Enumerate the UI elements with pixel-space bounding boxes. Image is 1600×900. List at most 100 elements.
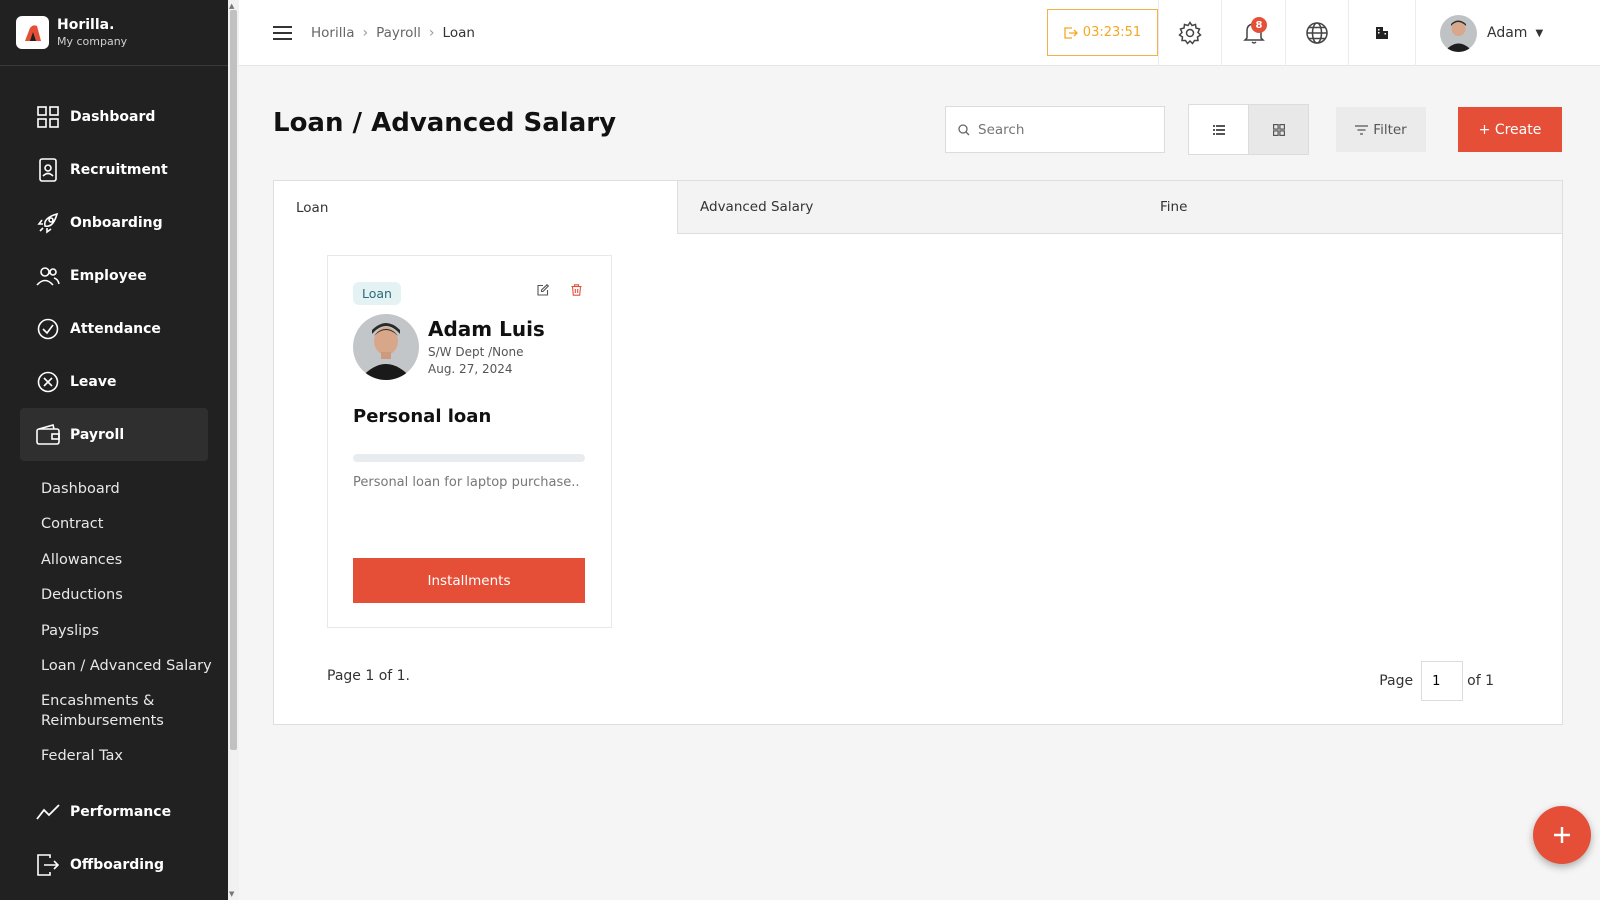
dashboard-icon: [36, 105, 60, 129]
view-toggle: [1188, 104, 1309, 155]
filter-button[interactable]: Filter: [1336, 107, 1426, 152]
sidebar-item-leave[interactable]: Leave: [0, 355, 228, 408]
sidebar-item-attendance[interactable]: Attendance: [0, 302, 228, 355]
tab-fine[interactable]: Fine: [1160, 181, 1562, 234]
notifications-button[interactable]: 8: [1221, 0, 1285, 66]
submenu-item-contract[interactable]: Contract: [41, 507, 228, 543]
loan-description: Personal loan for laptop purchase..: [353, 475, 580, 490]
installments-button[interactable]: Installments: [353, 558, 585, 603]
submenu-item-payslips[interactable]: Payslips: [41, 613, 228, 649]
page-label: Page: [1379, 673, 1414, 689]
breadcrumb: Horilla › Payroll › Loan: [311, 25, 475, 41]
hamburger-menu-icon[interactable]: [273, 23, 293, 43]
scroll-up-icon[interactable]: ▲: [229, 2, 234, 10]
settings-button[interactable]: [1158, 0, 1221, 66]
sidebar-item-onboarding[interactable]: Onboarding: [0, 196, 228, 249]
pagination-info: Page 1 of 1.: [327, 668, 411, 684]
breadcrumb-loan: Loan: [442, 24, 475, 41]
edit-button[interactable]: [534, 281, 552, 299]
brand-name: Horilla.: [57, 17, 115, 33]
list-icon: [1212, 124, 1225, 135]
page-total-label: of 1: [1467, 673, 1494, 689]
delete-button[interactable]: [567, 281, 585, 299]
users-icon: [36, 264, 60, 288]
submenu-item-loan[interactable]: Loan / Advanced Salary: [41, 649, 228, 685]
check-in-timer-button[interactable]: 03:23:51: [1047, 9, 1158, 56]
breadcrumb-payroll[interactable]: Payroll: [376, 25, 421, 41]
submenu-item-deductions[interactable]: Deductions: [41, 578, 228, 614]
page-number-input[interactable]: [1421, 661, 1464, 701]
sidebar-item-label: Recruitment: [70, 161, 168, 178]
caret-down-icon: ▼: [1535, 27, 1544, 39]
plus-icon: [1554, 827, 1570, 843]
exit-icon: [36, 853, 60, 877]
search-input[interactable]: [978, 121, 1148, 138]
sidebar-item-performance[interactable]: Performance: [0, 786, 228, 839]
submenu-item-federal-tax[interactable]: Federal Tax: [41, 738, 228, 774]
check-circle-icon: [36, 317, 60, 341]
payroll-submenu: Dashboard Contract Allowances Deductions…: [0, 471, 228, 774]
sidebar-item-label: Attendance: [70, 320, 161, 337]
pagination-control: Page of 1: [1379, 661, 1494, 701]
brand-company: My company: [57, 35, 128, 48]
sidebar-item-label: Dashboard: [70, 108, 156, 125]
notification-badge: 8: [1251, 17, 1267, 33]
sidebar-item-payroll[interactable]: Payroll: [20, 408, 208, 461]
edit-icon: [537, 284, 549, 296]
list-view-button[interactable]: [1189, 105, 1248, 154]
tab-bar: Loan Advanced Salary Fine: [274, 181, 1562, 234]
submenu-item-dashboard[interactable]: Dashboard: [41, 471, 228, 507]
create-button[interactable]: + Create: [1458, 107, 1562, 152]
sidebar-item-label: Onboarding: [70, 214, 163, 231]
tab-advanced-salary[interactable]: Advanced Salary: [678, 181, 1160, 234]
chevron-right-icon: ›: [428, 24, 435, 41]
page-title: Loan / Advanced Salary: [273, 108, 617, 138]
filter-icon: [1355, 124, 1369, 135]
avatar: [1440, 14, 1477, 52]
sidebar-item-employee[interactable]: Employee: [0, 249, 228, 302]
trend-icon: [36, 800, 60, 824]
chevron-right-icon: ›: [362, 24, 369, 41]
scroll-down-icon[interactable]: ▼: [229, 890, 234, 898]
sidebar-item-recruitment[interactable]: Recruitment: [0, 143, 228, 196]
recruitment-icon: [36, 157, 60, 182]
sidebar-nav: Dashboard Recruitment Onboarding Employe…: [0, 90, 228, 892]
sidebar-item-label: Performance: [70, 804, 172, 820]
rocket-icon: [36, 211, 60, 235]
submenu-item-allowances[interactable]: Allowances: [41, 542, 228, 578]
submenu-item-encashments[interactable]: Encashments & Reimbursements: [41, 684, 191, 738]
sidebar-item-label: Employee: [70, 267, 147, 284]
search-box[interactable]: [945, 106, 1165, 153]
employee-avatar: [353, 314, 419, 380]
globe-icon: [1306, 22, 1328, 44]
user-menu[interactable]: Adam ▼: [1415, 0, 1543, 66]
topbar: Horilla › Payroll › Loan 03:23:51 8 Adam…: [239, 0, 1600, 66]
language-button[interactable]: [1285, 0, 1348, 66]
x-circle-icon: [36, 370, 60, 394]
timer-value: 03:23:51: [1082, 25, 1142, 40]
loan-panel: Loan Advanced Salary Fine Loan Adam Luis…: [273, 180, 1563, 725]
building-icon: [1376, 27, 1388, 39]
employee-name: Adam Luis: [428, 317, 545, 341]
filter-label: Filter: [1373, 121, 1407, 138]
tab-loan[interactable]: Loan: [274, 181, 678, 234]
wallet-icon: [36, 423, 60, 447]
grid-view-button[interactable]: [1248, 105, 1308, 154]
sidebar-item-label: Offboarding: [70, 857, 165, 873]
user-name: Adam: [1487, 25, 1528, 41]
logo-icon: [16, 16, 49, 49]
gear-icon: [1178, 21, 1202, 45]
loan-type-badge: Loan: [353, 282, 401, 305]
sidebar: Horilla. My company Dashboard Recruitmen…: [0, 0, 228, 900]
sidebar-item-label: Leave: [70, 373, 117, 390]
clock-out-icon: [1064, 26, 1078, 39]
company-switch-button[interactable]: [1348, 0, 1415, 66]
sidebar-item-dashboard[interactable]: Dashboard: [0, 90, 228, 143]
loan-title: Personal loan: [353, 406, 492, 427]
quick-add-button[interactable]: [1533, 806, 1591, 864]
brand[interactable]: Horilla. My company: [0, 0, 228, 66]
sidebar-scrollbar[interactable]: ▲ ▼: [228, 0, 239, 900]
breadcrumb-horilla[interactable]: Horilla: [311, 25, 355, 41]
sidebar-item-offboarding[interactable]: Offboarding: [0, 839, 228, 892]
scrollbar-thumb[interactable]: [230, 10, 237, 750]
